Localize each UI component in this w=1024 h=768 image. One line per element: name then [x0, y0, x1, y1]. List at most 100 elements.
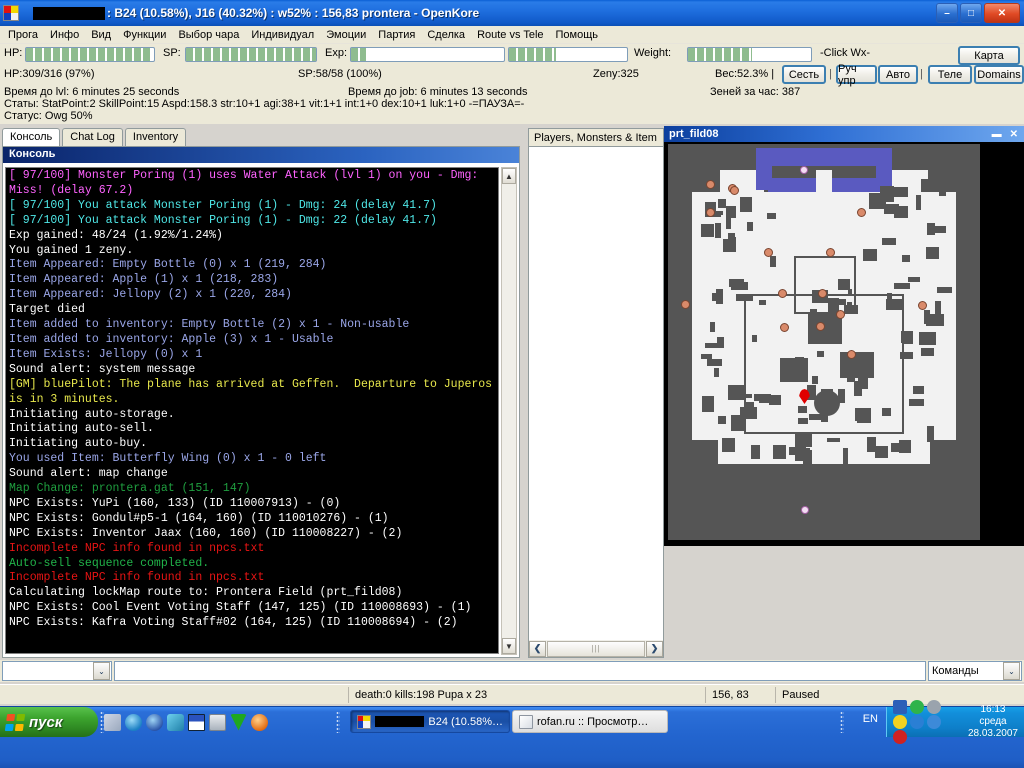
save-icon[interactable] — [188, 713, 205, 731]
smiley-icon[interactable] — [893, 715, 907, 729]
sit-button[interactable]: Сесть — [782, 65, 826, 84]
console-line: Miss! (delay 67.2) — [9, 183, 134, 197]
menu-item-funkcii[interactable]: Функции — [117, 27, 172, 43]
console-line: Target died — [9, 303, 85, 317]
clock-time: 16:13 — [980, 704, 1006, 715]
commands-combo[interactable]: Команды ⌄ — [928, 661, 1022, 681]
map-npc-marker[interactable] — [764, 248, 773, 257]
console-line: Incomplete NPC info found in npcs.txt — [9, 571, 265, 585]
map-tile — [894, 187, 908, 197]
scroll-thumb[interactable]: ||| — [547, 640, 645, 657]
console-scrollbar[interactable]: ▲ ▼ — [501, 167, 517, 655]
tray-clock[interactable]: 16:13 среда 28.03.2007 — [968, 704, 1018, 740]
console-output[interactable]: [ 97/100] Monster Poring (1) uses Water … — [5, 167, 499, 654]
map-npc-marker[interactable] — [857, 208, 866, 217]
print-icon[interactable] — [209, 713, 226, 731]
console-line: Item added to inventory: Empty Bottle (2… — [9, 318, 410, 332]
manual-control-button[interactable]: Руч упр — [836, 63, 877, 87]
taskbar-item-openkore[interactable]: B24 (10.58%… — [350, 710, 510, 733]
map-portal-marker[interactable] — [800, 166, 808, 174]
map-button[interactable]: Карта — [958, 46, 1020, 65]
map-npc-marker[interactable] — [836, 310, 845, 319]
window-titlebar[interactable]: : B24 (10.58%), J16 (40.32%) : w52% : 15… — [0, 0, 1024, 26]
domains-button[interactable]: Domains — [974, 65, 1024, 84]
map-tile — [718, 416, 726, 424]
map-npc-marker[interactable] — [826, 248, 835, 257]
media-player-icon[interactable] — [146, 713, 163, 731]
help-icon[interactable] — [927, 715, 941, 729]
map-npc-marker[interactable] — [816, 322, 825, 331]
menu-item-vid[interactable]: Вид — [85, 27, 117, 43]
scroll-up-icon[interactable]: ▲ — [502, 168, 516, 184]
outlook-express-icon[interactable] — [167, 713, 184, 731]
show-desktop-icon[interactable] — [104, 713, 121, 731]
tab-players-monsters-items[interactable]: Players, Monsters & Item — [529, 129, 663, 147]
map-npc-marker[interactable] — [818, 289, 827, 298]
map-npc-marker[interactable] — [706, 208, 715, 217]
language-indicator[interactable]: EN — [863, 713, 878, 725]
console-line: [ 97/100] You attack Monster Poring (1) … — [9, 198, 437, 212]
map-npc-marker[interactable] — [706, 180, 715, 189]
close-button[interactable]: ✕ — [984, 3, 1020, 23]
disc-icon[interactable] — [927, 700, 941, 714]
maximize-button[interactable]: □ — [960, 3, 982, 23]
command-input[interactable] — [114, 661, 926, 681]
taskband-grip[interactable] — [336, 711, 340, 733]
menu-item-proga[interactable]: Прога — [2, 27, 44, 43]
start-button[interactable]: пуск — [0, 707, 98, 737]
minimap[interactable] — [668, 144, 980, 540]
zeny-text: Zeny:325 — [593, 68, 639, 80]
menu-item-info[interactable]: Инфо — [44, 27, 85, 43]
map-tile — [891, 443, 900, 452]
map-portal-marker[interactable] — [801, 506, 809, 514]
map-npc-marker[interactable] — [778, 289, 787, 298]
list-horizontal-scrollbar[interactable]: ❮ ||| ❯ — [529, 640, 663, 657]
menu-item-emocii[interactable]: Эмоции — [320, 27, 372, 43]
map-npc-marker[interactable] — [730, 186, 739, 195]
scroll-down-icon[interactable]: ▼ — [502, 638, 516, 654]
scroll-left-icon[interactable]: ❮ — [529, 640, 546, 657]
kills-status-cell: death:0 kills:198 Pupa x 23 — [348, 687, 598, 703]
status-bar: death:0 kills:198 Pupa x 23 156, 83 Paus… — [0, 684, 1024, 704]
map-close-button[interactable]: ✕ — [1010, 129, 1018, 140]
tray-grip[interactable] — [840, 711, 844, 733]
map-npc-marker[interactable] — [681, 300, 690, 309]
at-mail-icon[interactable] — [251, 713, 268, 731]
tab-inventory[interactable]: Inventory — [124, 128, 187, 146]
clover-icon[interactable] — [910, 700, 924, 714]
map-npc-marker[interactable] — [780, 323, 789, 332]
map-restore-button[interactable]: ▬ — [992, 129, 1002, 140]
menu-item-route-vs-tele[interactable]: Route vs Tele — [471, 27, 549, 43]
menu-item-vybor-chara[interactable]: Выбор чара — [172, 27, 245, 43]
command-history-combo[interactable]: ⌄ — [2, 661, 112, 681]
chevron-down-icon[interactable]: ⌄ — [93, 662, 110, 680]
map-tile — [714, 368, 719, 377]
tab-chat-log[interactable]: Chat Log — [62, 128, 123, 146]
tab-console[interactable]: Консоль — [2, 128, 61, 146]
tele-button[interactable]: Теле — [928, 65, 972, 84]
state-status-cell: Paused — [775, 687, 895, 703]
map-npc-marker[interactable] — [918, 301, 927, 310]
taskbar-item-browser[interactable]: rofan.ru :: Просмотр… — [512, 710, 668, 733]
internet-explorer-icon[interactable] — [125, 713, 142, 731]
scroll-right-icon[interactable]: ❯ — [646, 640, 663, 657]
map-tile — [722, 438, 735, 452]
weight-text: Вес:52.3% | — [715, 68, 775, 80]
network-icon[interactable] — [893, 700, 907, 714]
map-npc-marker[interactable] — [847, 350, 856, 359]
taskbar-item-label: rofan.ru :: Просмотр… — [537, 715, 649, 728]
chevron-down-icon[interactable]: ⌄ — [1003, 662, 1020, 680]
menu-item-pomosch[interactable]: Помощь — [550, 27, 605, 43]
system-tray: 16:13 среда 28.03.2007 — [886, 700, 1024, 744]
menu-item-individual[interactable]: Индивидуал — [245, 27, 320, 43]
map-titlebar[interactable]: prt_fild08 ▬ ✕ — [664, 126, 1024, 142]
map-tile — [919, 332, 936, 345]
auto-button[interactable]: Авто — [878, 65, 918, 84]
green-download-icon[interactable] — [230, 713, 247, 731]
menu-item-sdelka[interactable]: Сделка — [421, 27, 471, 43]
info-icon[interactable] — [910, 715, 924, 729]
minimize-button[interactable]: – — [936, 3, 958, 23]
security-shield-icon[interactable] — [893, 730, 907, 744]
console-line: You used Item: Butterfly Wing (0) x 1 - … — [9, 452, 327, 466]
menu-item-partiya[interactable]: Партия — [372, 27, 421, 43]
